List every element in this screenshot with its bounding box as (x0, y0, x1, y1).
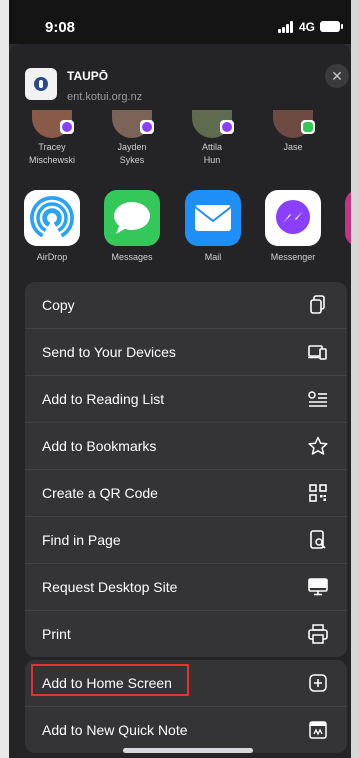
quick-note-action[interactable]: Add to New Quick Note (25, 707, 347, 753)
app-label: Messenger (270, 252, 316, 262)
action-label: Create a QR Code (42, 485, 158, 501)
app-label: Messages (111, 252, 153, 262)
phone-screen: 9:08 4G TAUPŌ ent.kotui.org.nz ✕ Tracey … (9, 0, 351, 758)
bookmarks-action[interactable]: Add to Bookmarks (25, 423, 347, 470)
app-label: In (333, 252, 351, 262)
share-sheet: TAUPŌ ent.kotui.org.nz ✕ Tracey Mischews… (9, 44, 351, 758)
copy-icon (307, 294, 329, 316)
status-time: 9:08 (45, 19, 76, 36)
star-icon (307, 435, 329, 457)
messenger-icon (265, 190, 321, 246)
site-url: ent.kotui.org.nz (67, 91, 143, 103)
devices-icon (307, 341, 329, 363)
person-last-name: Hun (203, 155, 221, 165)
person-last-name: Sykes (119, 155, 145, 165)
app-label: AirDrop (36, 252, 68, 262)
messages-badge-icon (301, 120, 315, 134)
airdrop-icon (24, 190, 80, 246)
print-icon (307, 623, 329, 645)
apps-row: AirDrop Messages Mail Messenger (9, 190, 351, 272)
messenger-badge-icon (220, 120, 234, 134)
add-to-home-screen-action[interactable]: Add to Home Screen (25, 660, 347, 707)
battery-icon (320, 21, 343, 32)
person-first-name: Attila (201, 142, 222, 152)
app-label: Mail (204, 252, 222, 262)
desktop-icon (307, 576, 329, 598)
action-label: Request Desktop Site (42, 579, 178, 595)
actions-group-secondary: Add to Home Screen Add to New Quick Note (25, 660, 347, 753)
people-row: Tracey Mischewski Jayden Sykes Attila Hu… (9, 110, 351, 172)
qr-code-action[interactable]: Create a QR Code (25, 470, 347, 517)
person-first-name: Tracey (38, 142, 66, 152)
copy-action[interactable]: Copy (25, 282, 347, 329)
left-frame-edge (0, 0, 9, 758)
person-first-name: Jayden (117, 142, 147, 152)
mail-icon (185, 190, 241, 246)
quick-note-icon (307, 719, 329, 741)
print-action[interactable]: Print (25, 611, 347, 657)
find-in-page-icon (307, 529, 329, 551)
close-icon[interactable]: ✕ (325, 64, 349, 88)
find-in-page-action[interactable]: Find in Page (25, 517, 347, 564)
signal-icon (278, 21, 296, 33)
person-first-name: Jase (283, 142, 303, 152)
messenger-badge-icon (140, 120, 154, 134)
person-last-name: Mischewski (28, 155, 75, 165)
network-label: 4G (299, 20, 316, 34)
instagram-icon (345, 190, 351, 246)
action-label: Print (42, 626, 71, 642)
action-label: Add to Bookmarks (42, 438, 157, 454)
site-favicon-icon (25, 68, 57, 100)
right-frame-edge (351, 0, 359, 758)
action-label: Add to New Quick Note (42, 722, 188, 738)
status-bar: 9:08 4G (9, 0, 351, 44)
messages-icon (104, 190, 160, 246)
actions-group-primary: Copy Send to Your Devices Add to Reading… (25, 282, 347, 657)
send-to-devices-action[interactable]: Send to Your Devices (25, 329, 347, 376)
messenger-badge-icon (60, 120, 74, 134)
site-title: TAUPŌ (67, 69, 109, 83)
action-label: Add to Home Screen (42, 675, 172, 691)
reading-list-action[interactable]: Add to Reading List (25, 376, 347, 423)
desktop-site-action[interactable]: Request Desktop Site (25, 564, 347, 611)
add-square-icon (307, 672, 329, 694)
home-indicator (123, 748, 253, 753)
action-label: Find in Page (42, 532, 121, 548)
reading-list-icon (307, 388, 329, 410)
action-label: Add to Reading List (42, 391, 165, 407)
action-label: Copy (42, 297, 75, 313)
share-header: TAUPŌ ent.kotui.org.nz ✕ (9, 44, 351, 110)
action-label: Send to Your Devices (42, 344, 176, 360)
qr-code-icon (307, 482, 329, 504)
